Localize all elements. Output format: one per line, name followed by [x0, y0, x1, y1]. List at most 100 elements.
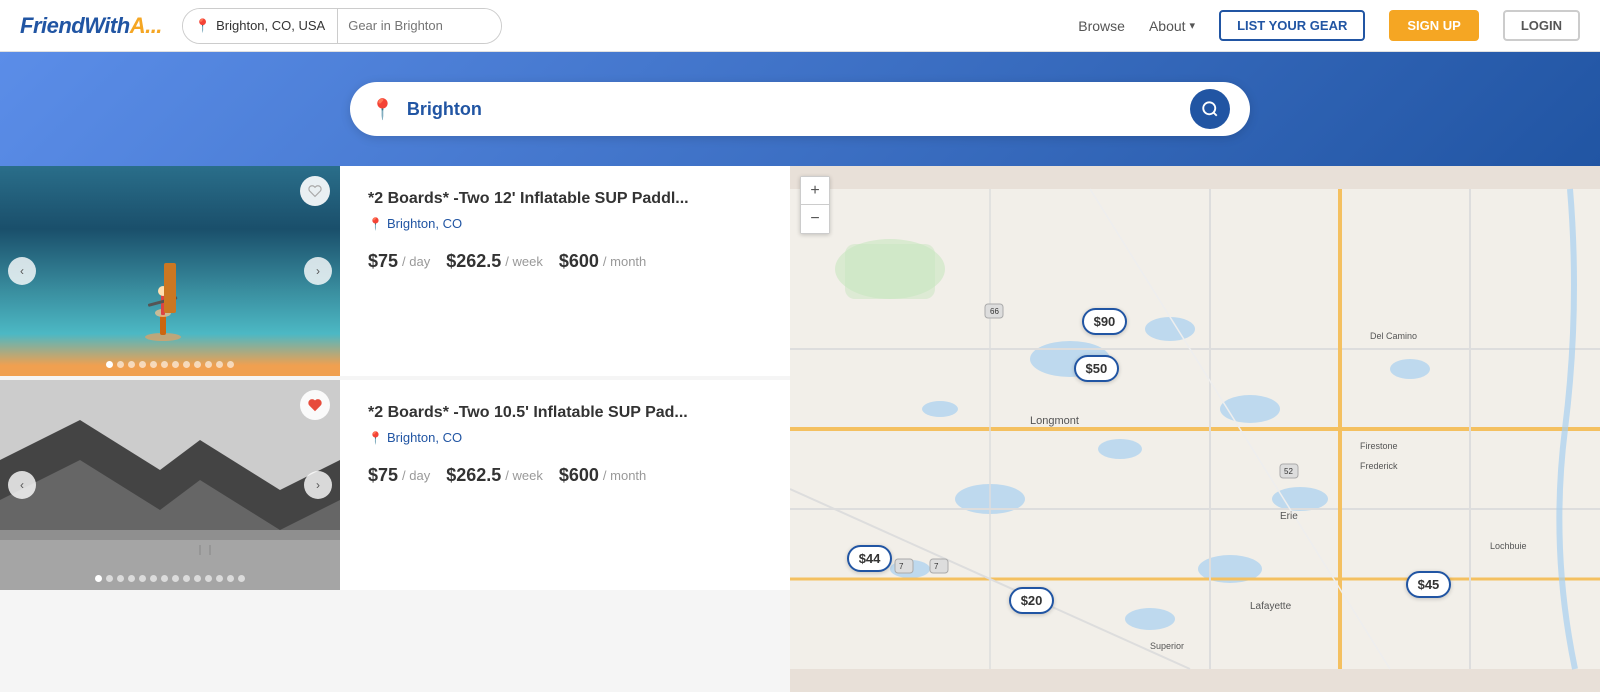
listing-info: *2 Boards* -Two 12' Inflatable SUP Paddl… — [340, 166, 790, 376]
listing-pricing: $75 / day $262.5 / week $600 / month — [368, 251, 762, 272]
svg-text:Superior: Superior — [1150, 641, 1184, 651]
location-pin-icon: 📍 — [368, 431, 383, 445]
listing-card: ‹ › — [0, 166, 790, 376]
map-price-marker[interactable]: $20 — [1009, 587, 1055, 614]
carousel-dot[interactable] — [106, 361, 113, 368]
nav-browse[interactable]: Browse — [1078, 18, 1125, 34]
listing-image — [0, 166, 340, 376]
price-week-value: $262.5 — [446, 465, 501, 486]
signup-button[interactable]: SIGN UP — [1389, 10, 1478, 41]
header-location: 📍 Brighton, CO, USA — [183, 9, 338, 43]
map-price-marker[interactable]: $45 — [1406, 571, 1452, 598]
list-your-gear-button[interactable]: LIST YOUR GEAR — [1219, 10, 1365, 41]
carousel-dot[interactable] — [106, 575, 113, 582]
logo-friend: Friend — [20, 13, 84, 38]
price-month-unit: / month — [603, 254, 646, 269]
price-day-value: $75 — [368, 251, 398, 272]
listing-pricing: $75 / day $262.5 / week $600 / month — [368, 465, 762, 486]
listing-info: *2 Boards* -Two 10.5' Inflatable SUP Pad… — [340, 380, 790, 590]
map-price-marker[interactable]: $90 — [1082, 308, 1128, 335]
heart-icon — [308, 184, 322, 198]
nav-about[interactable]: About ▾ — [1149, 18, 1195, 34]
carousel-dot[interactable] — [117, 361, 124, 368]
listing-location: 📍 Brighton, CO — [368, 216, 762, 231]
svg-text:Frederick: Frederick — [1360, 461, 1398, 471]
svg-text:66: 66 — [990, 307, 999, 316]
header-nav: Browse About ▾ LIST YOUR GEAR SIGN UP LO… — [1078, 10, 1580, 41]
listing-location-text: Brighton, CO — [387, 216, 462, 231]
svg-text:Erie: Erie — [1280, 511, 1298, 522]
carousel-dot[interactable] — [216, 575, 223, 582]
zoom-in-button[interactable]: + — [801, 177, 829, 205]
map-price-marker[interactable]: $44 — [847, 545, 893, 572]
map-background: Longmont Erie Lafayette Superior Del Cam… — [790, 166, 1600, 692]
carousel-dot[interactable] — [128, 575, 135, 582]
nav-about-label: About — [1149, 18, 1186, 34]
price-day-value: $75 — [368, 465, 398, 486]
main-content: ‹ › — [0, 166, 1600, 692]
carousel-dot[interactable] — [95, 575, 102, 582]
header: FriendWithA... 📍 Brighton, CO, USA Brows… — [0, 0, 1600, 52]
listing-title: *2 Boards* -Two 12' Inflatable SUP Paddl… — [368, 190, 762, 208]
carousel-dot[interactable] — [227, 361, 234, 368]
price-month-unit: / month — [603, 468, 646, 483]
price-week-value: $262.5 — [446, 251, 501, 272]
map-price-marker[interactable]: $50 — [1074, 355, 1120, 382]
listing-location-text: Brighton, CO — [387, 430, 462, 445]
location-pin-icon: 📍 — [368, 217, 383, 231]
listings-panel: ‹ › — [0, 166, 790, 692]
carousel-dot[interactable] — [161, 575, 168, 582]
map[interactable]: Longmont Erie Lafayette Superior Del Cam… — [790, 166, 1600, 692]
favorite-button[interactable] — [300, 390, 330, 420]
logo-a: A — [130, 13, 145, 38]
favorite-button[interactable] — [300, 176, 330, 206]
carousel-dot[interactable] — [227, 575, 234, 582]
svg-text:Longmont: Longmont — [1030, 415, 1079, 427]
carousel-next-button[interactable]: › — [304, 257, 332, 285]
carousel-dot[interactable] — [150, 575, 157, 582]
carousel-dot[interactable] — [139, 361, 146, 368]
login-button[interactable]: LOGIN — [1503, 10, 1580, 41]
location-value: Brighton, CO, USA — [216, 18, 325, 33]
carousel-dot[interactable] — [128, 361, 135, 368]
chevron-down-icon: ▾ — [1190, 19, 1196, 32]
hero-search-button[interactable] — [1190, 89, 1230, 129]
price-day-unit: / day — [402, 254, 430, 269]
carousel-dot[interactable] — [194, 361, 201, 368]
logo-dots: ... — [145, 13, 162, 38]
carousel-dot[interactable] — [238, 575, 245, 582]
carousel-dot[interactable] — [205, 361, 212, 368]
carousel-dot[interactable] — [117, 575, 124, 582]
carousel-prev-button[interactable]: ‹ — [8, 471, 36, 499]
carousel-dot[interactable] — [216, 361, 223, 368]
carousel-dot[interactable] — [150, 361, 157, 368]
svg-text:52: 52 — [1284, 467, 1293, 476]
carousel-prev-button[interactable]: ‹ — [8, 257, 36, 285]
carousel-dot[interactable] — [172, 575, 179, 582]
carousel-dot[interactable] — [194, 575, 201, 582]
hero-search-input[interactable] — [407, 99, 1190, 120]
listing-location: 📍 Brighton, CO — [368, 430, 762, 445]
carousel-dot[interactable] — [139, 575, 146, 582]
price-day-unit: / day — [402, 468, 430, 483]
logo: FriendWithA... — [20, 13, 162, 39]
svg-text:Del Camino: Del Camino — [1370, 331, 1417, 341]
price-week-unit: / week — [505, 254, 543, 269]
carousel-dot[interactable] — [161, 361, 168, 368]
carousel-dot[interactable] — [205, 575, 212, 582]
header-search-input[interactable] — [338, 9, 502, 43]
carousel-dot[interactable] — [183, 361, 190, 368]
sup-figure-icon — [143, 265, 183, 345]
price-month-value: $600 — [559, 465, 599, 486]
svg-text:Lochbuie: Lochbuie — [1490, 541, 1527, 551]
svg-text:Lafayette: Lafayette — [1250, 601, 1292, 612]
carousel-next-button[interactable]: › — [304, 471, 332, 499]
listing-image — [0, 380, 340, 590]
location-pin-icon: 📍 — [195, 18, 211, 34]
carousel-dot[interactable] — [172, 361, 179, 368]
carousel-dot[interactable] — [183, 575, 190, 582]
zoom-out-button[interactable]: − — [801, 205, 829, 233]
search-icon — [1201, 100, 1219, 118]
hero-search-bar: 📍 — [350, 82, 1250, 136]
listing-image-wrap: ‹ › — [0, 166, 340, 376]
